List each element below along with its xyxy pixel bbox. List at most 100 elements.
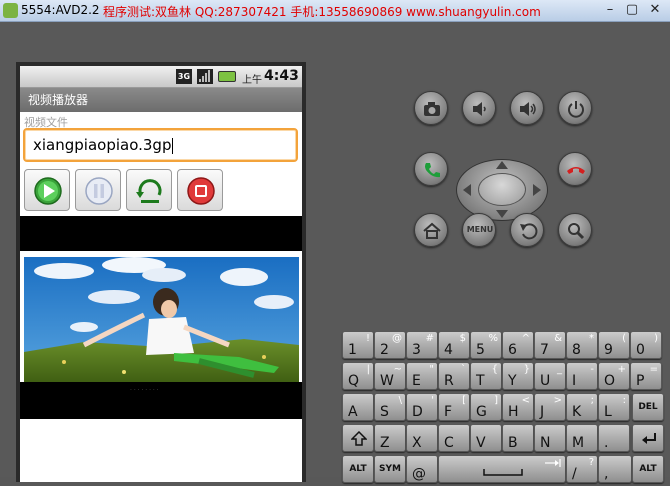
window-title: 5554:AVD2.2: [21, 3, 100, 17]
key-alt-label: |: [366, 364, 370, 375]
close-button[interactable]: ✕: [645, 1, 665, 19]
key-alt-right[interactable]: ALT: [632, 455, 664, 483]
key-4[interactable]: 4 $: [438, 331, 470, 359]
key-period[interactable]: .: [598, 424, 630, 452]
key-g[interactable]: G]: [470, 393, 502, 421]
enter-icon: [642, 433, 656, 444]
key-l[interactable]: L:: [598, 393, 630, 421]
key-w[interactable]: W ~: [374, 362, 406, 390]
key-alt-label: ): [654, 333, 658, 344]
key-label: 2: [380, 342, 389, 358]
key-s[interactable]: S \: [374, 393, 406, 421]
key-alt-label: !: [365, 333, 370, 344]
key-j[interactable]: J >: [534, 393, 566, 421]
replay-button[interactable]: [126, 169, 172, 211]
pause-button[interactable]: [75, 169, 121, 211]
key-0[interactable]: 0): [630, 331, 662, 359]
menu-button[interactable]: MENU: [462, 213, 496, 247]
search-icon: [568, 223, 585, 240]
text-cursor: [172, 137, 174, 154]
volume-up-button[interactable]: [510, 91, 544, 125]
key-sym[interactable]: SYM: [374, 455, 406, 483]
call-button[interactable]: [414, 152, 448, 186]
key-comma-label: ,: [604, 466, 609, 482]
restore-button[interactable]: ▢: [622, 1, 642, 19]
key-label: R: [444, 373, 454, 389]
key-slash-label: /: [572, 466, 577, 482]
key-a[interactable]: A: [342, 393, 374, 421]
key-k[interactable]: K;: [566, 393, 598, 421]
key-label: T: [476, 373, 485, 389]
key-label: 1: [348, 342, 357, 358]
emulator-body: 3G 上午 4:43 视频播放器 视频文件 xiangpiaopiao.3gp: [0, 22, 670, 483]
key-e[interactable]: E ": [406, 362, 438, 390]
key-comma[interactable]: ,: [598, 455, 632, 483]
key-t[interactable]: T{: [470, 362, 502, 390]
back-button[interactable]: [510, 213, 544, 247]
replay-icon: [136, 179, 162, 203]
key-i[interactable]: I-: [566, 362, 598, 390]
key-m[interactable]: M: [566, 424, 598, 452]
key-q[interactable]: Q |: [342, 362, 374, 390]
key-label: D: [412, 404, 423, 420]
dpad-down-icon[interactable]: [496, 210, 508, 218]
end-call-button[interactable]: [558, 152, 592, 186]
key-9[interactable]: 9(: [598, 331, 630, 359]
key-h[interactable]: H <: [502, 393, 534, 421]
stop-button[interactable]: [177, 169, 223, 211]
camera-icon: [424, 102, 440, 116]
home-button[interactable]: [414, 213, 448, 247]
key-alt-label: \: [398, 395, 402, 406]
key-del[interactable]: DEL: [632, 393, 664, 421]
window-banner: 程序测试:双鱼林 QQ:287307421 手机:13558690869 www…: [103, 5, 541, 19]
key-r[interactable]: R `: [438, 362, 470, 390]
key-p[interactable]: P =: [630, 362, 662, 390]
phone-call-icon: [425, 163, 440, 178]
key-alt-left[interactable]: ALT: [342, 455, 374, 483]
key-f[interactable]: F[: [438, 393, 470, 421]
key-label: U: [540, 373, 551, 389]
minimize-button[interactable]: –: [600, 1, 620, 19]
key-n[interactable]: N: [534, 424, 566, 452]
key-7[interactable]: 7 &: [534, 331, 566, 359]
key-label: N: [540, 435, 551, 451]
key-at[interactable]: @: [406, 455, 438, 483]
key-y[interactable]: Y}: [502, 362, 534, 390]
key-x[interactable]: X: [406, 424, 438, 452]
key-1[interactable]: 1!: [342, 331, 374, 359]
filename-input[interactable]: xiangpiaopiao.3gp: [23, 128, 298, 162]
key-slash[interactable]: / ?: [566, 455, 598, 483]
key-8[interactable]: 8 *: [566, 331, 598, 359]
key-shift[interactable]: [342, 424, 374, 452]
key-2[interactable]: 2 @: [374, 331, 406, 359]
tab-arrow-icon: [545, 459, 561, 467]
key-u[interactable]: U _: [534, 362, 566, 390]
filename-value: xiangpiaopiao.3gp: [33, 136, 172, 154]
video-frame[interactable]: [24, 257, 299, 383]
key-alt-label: }: [523, 364, 530, 375]
key-6[interactable]: 6 ^: [502, 331, 534, 359]
search-button[interactable]: [558, 213, 592, 247]
camera-button[interactable]: [414, 91, 448, 125]
play-button[interactable]: [24, 169, 70, 211]
key-3[interactable]: 3 #: [406, 331, 438, 359]
key-b[interactable]: B: [502, 424, 534, 452]
key-enter[interactable]: [632, 424, 664, 452]
key-c[interactable]: C: [438, 424, 470, 452]
power-button[interactable]: [558, 91, 592, 125]
dpad-left-icon[interactable]: [463, 184, 471, 196]
key-alt-label: :: [622, 395, 626, 406]
key-5[interactable]: 5%: [470, 331, 502, 359]
key-space[interactable]: [438, 455, 566, 483]
key-o[interactable]: O +: [598, 362, 630, 390]
dpad-right-icon[interactable]: [533, 184, 541, 196]
video-letterbox-top: [20, 216, 302, 251]
volume-down-button[interactable]: [462, 91, 496, 125]
key-z[interactable]: Z: [374, 424, 406, 452]
video-letterbox-bottom: [20, 382, 302, 419]
dpad-center-button[interactable]: [478, 173, 526, 206]
dpad-up-icon[interactable]: [496, 161, 508, 169]
key-label: 7: [540, 342, 549, 358]
key-v[interactable]: V: [470, 424, 502, 452]
key-d[interactable]: D ': [406, 393, 438, 421]
